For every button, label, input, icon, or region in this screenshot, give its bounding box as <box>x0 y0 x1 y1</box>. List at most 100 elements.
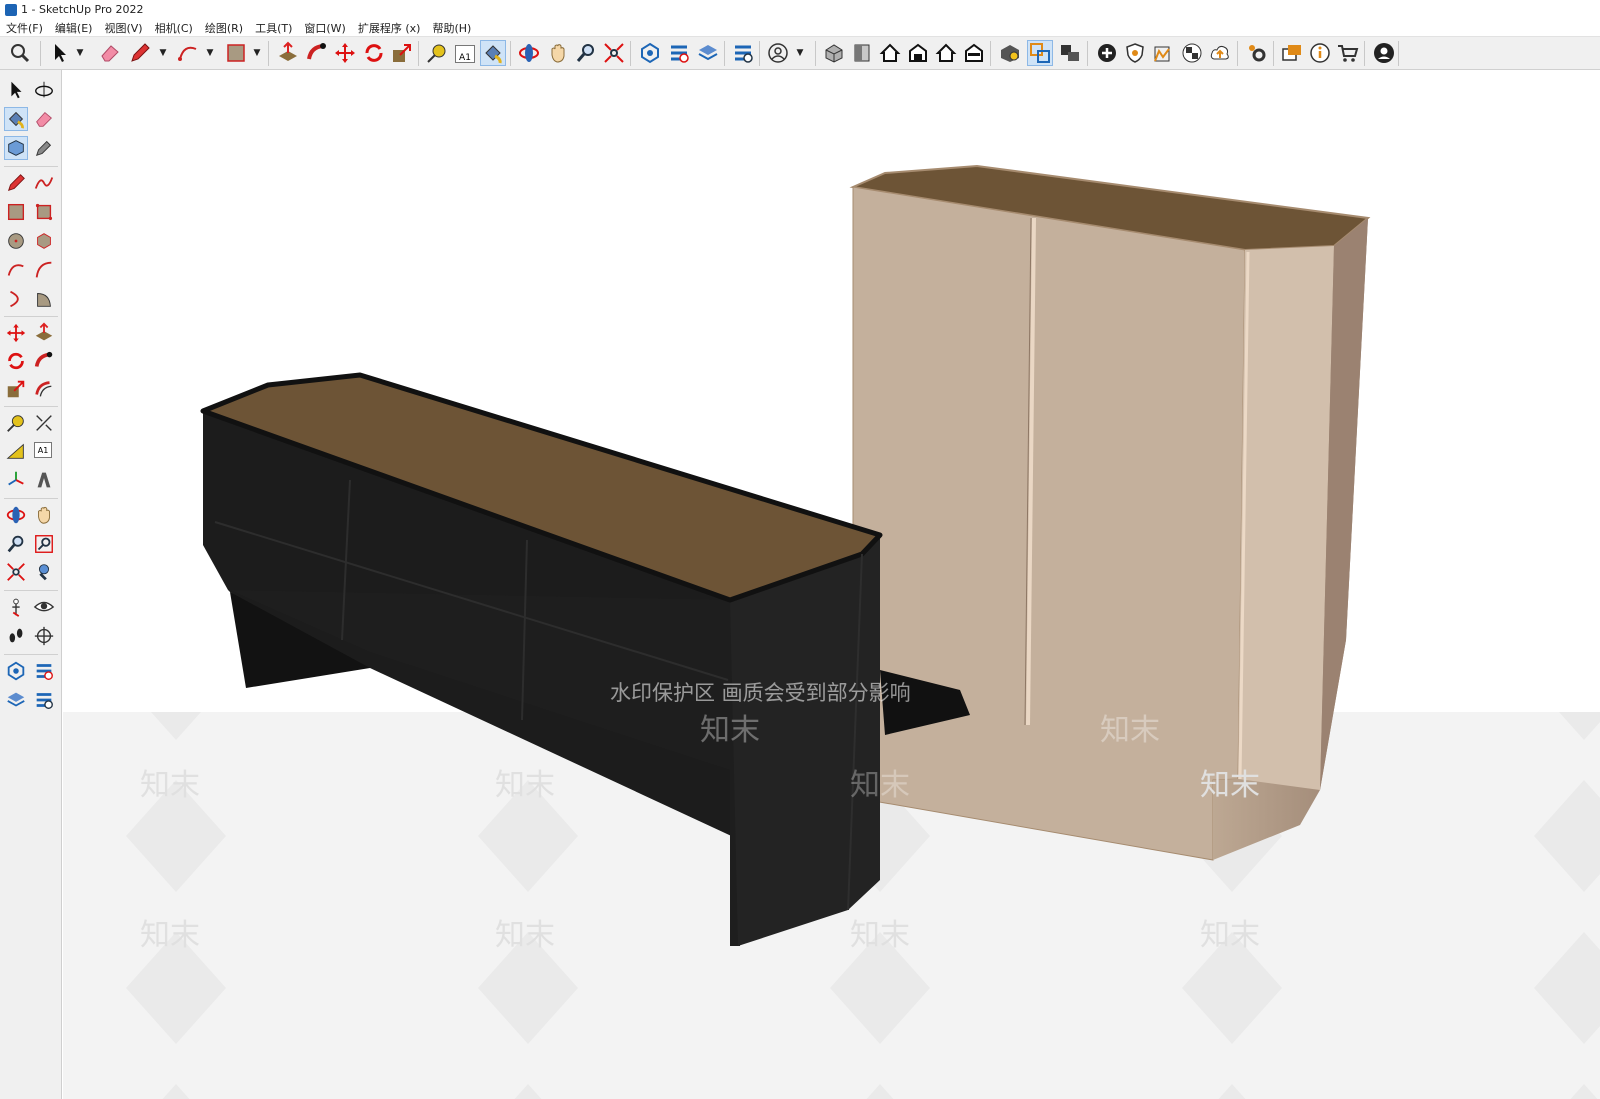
message-icon[interactable] <box>1280 41 1304 65</box>
extension-manager-icon[interactable] <box>731 41 755 65</box>
rectangle-dropdown-chevron-icon[interactable]: ▼ <box>251 47 263 59</box>
extension-warehouse-icon[interactable] <box>33 660 55 682</box>
rotated-rectangle-icon[interactable] <box>33 201 55 223</box>
pan-hand-icon[interactable] <box>546 41 570 65</box>
circle-icon[interactable] <box>5 230 27 252</box>
right-view-icon[interactable] <box>906 41 930 65</box>
polygon-icon[interactable] <box>33 230 55 252</box>
3d-text-icon[interactable] <box>33 469 55 491</box>
pie-icon[interactable] <box>33 288 55 310</box>
shopping-cart-icon[interactable] <box>1336 41 1360 65</box>
follow-me-icon[interactable] <box>33 350 55 372</box>
extension-warehouse-icon[interactable] <box>667 41 691 65</box>
menu-window[interactable]: 窗口(W) <box>298 20 351 36</box>
x-ray-icon[interactable] <box>998 41 1022 65</box>
paint-bucket-icon[interactable] <box>4 107 28 131</box>
top-view-icon[interactable] <box>850 41 874 65</box>
extension-manager-icon[interactable] <box>33 689 55 711</box>
add-circle-icon[interactable] <box>1095 41 1119 65</box>
rectangle-icon[interactable] <box>224 41 248 65</box>
look-around-eye-icon[interactable] <box>33 596 55 618</box>
menu-extensions[interactable]: 扩展程序 (x) <box>352 20 427 36</box>
follow-me-icon[interactable] <box>305 41 329 65</box>
zoom-window-icon[interactable] <box>33 533 55 555</box>
freehand-icon[interactable] <box>33 172 55 194</box>
menu-view[interactable]: 视图(V) <box>98 20 148 36</box>
rectangle-icon[interactable] <box>5 201 27 223</box>
menu-draw[interactable]: 绘图(R) <box>199 20 249 36</box>
section-plane-icon[interactable] <box>33 625 55 647</box>
menu-edit[interactable]: 编辑(E) <box>49 20 99 36</box>
orbit-icon[interactable] <box>517 41 541 65</box>
dimension-icon[interactable] <box>33 412 55 434</box>
text-tool-icon[interactable]: A1 <box>34 442 52 458</box>
menu-help[interactable]: 帮助(H) <box>426 20 477 36</box>
arc-icon[interactable] <box>5 259 27 281</box>
scene-camera-icon[interactable] <box>1058 41 1082 65</box>
arc-icon[interactable] <box>176 41 200 65</box>
select-dropdown-chevron-icon[interactable]: ▼ <box>74 47 86 59</box>
three-point-arc-icon[interactable] <box>5 288 27 310</box>
front-view-house-icon[interactable] <box>878 41 902 65</box>
eraser-icon[interactable] <box>98 41 122 65</box>
material-checker-icon[interactable] <box>1180 41 1204 65</box>
back-view-house-icon[interactable] <box>934 41 958 65</box>
make-component-icon[interactable] <box>4 136 28 160</box>
left-view-icon[interactable] <box>962 41 986 65</box>
menu-camera[interactable]: 相机(C) <box>149 20 199 36</box>
axes-icon[interactable] <box>5 469 27 491</box>
protractor-icon[interactable] <box>5 440 27 462</box>
select-arrow-icon[interactable] <box>48 41 72 65</box>
two-point-arc-icon[interactable] <box>33 259 55 281</box>
pencil-line-icon[interactable] <box>5 172 27 194</box>
user-profile-icon[interactable] <box>1372 41 1396 65</box>
menu-tools[interactable]: 工具(T) <box>249 20 298 36</box>
push-pull-icon[interactable] <box>276 41 300 65</box>
pencil-line-icon[interactable] <box>128 41 152 65</box>
zoom-extents-icon[interactable] <box>602 41 626 65</box>
scale-icon[interactable] <box>390 41 414 65</box>
3d-viewport[interactable]: 水印保护区 画质会受到部分影响 知末 知末 知末 知末 知末 知末 知末 知末 … <box>63 70 1600 1099</box>
cloud-upload-icon[interactable] <box>1208 41 1232 65</box>
account-dropdown-chevron-icon[interactable]: ▼ <box>794 47 806 59</box>
pan-hand-icon[interactable] <box>33 504 55 526</box>
settings-gear-icon[interactable] <box>1245 41 1269 65</box>
rotate-icon[interactable] <box>362 41 386 65</box>
account-icon[interactable] <box>766 41 790 65</box>
component-icon[interactable] <box>33 79 55 101</box>
paint-bucket-icon[interactable] <box>480 40 506 66</box>
layers-manager-icon[interactable] <box>5 689 27 711</box>
sample-paint-icon[interactable] <box>33 137 55 159</box>
arc-dropdown-chevron-icon[interactable]: ▼ <box>204 47 216 59</box>
iso-view-icon[interactable] <box>822 41 846 65</box>
move-icon[interactable] <box>5 322 27 344</box>
eraser-icon[interactable] <box>33 108 55 130</box>
solar-study-icon[interactable] <box>1151 41 1175 65</box>
push-pull-icon[interactable] <box>33 322 55 344</box>
line-dropdown-chevron-icon[interactable]: ▼ <box>157 47 169 59</box>
scale-icon[interactable] <box>5 378 27 400</box>
tape-measure-icon[interactable] <box>425 41 449 65</box>
layers-manager-icon[interactable] <box>696 41 720 65</box>
orbit-icon[interactable] <box>5 504 27 526</box>
rotate-icon[interactable] <box>5 350 27 372</box>
move-icon[interactable] <box>333 41 357 65</box>
select-arrow-icon[interactable] <box>5 79 27 101</box>
menu-file[interactable]: 文件(F) <box>0 20 49 36</box>
shield-icon[interactable] <box>1123 41 1147 65</box>
text-tool-icon[interactable]: A1 <box>455 45 475 63</box>
zoom-icon[interactable] <box>5 533 27 555</box>
offset-icon[interactable] <box>33 378 55 400</box>
info-icon[interactable] <box>1308 41 1332 65</box>
zoom-extents-icon[interactable] <box>5 561 27 583</box>
zoom-icon[interactable] <box>574 41 598 65</box>
zoom-search-icon[interactable] <box>8 41 32 65</box>
3d-warehouse-icon[interactable] <box>5 660 27 682</box>
component-swap-icon[interactable] <box>1027 40 1053 66</box>
3d-warehouse-icon[interactable] <box>638 41 662 65</box>
previous-view-icon[interactable] <box>33 561 55 583</box>
tape-measure-icon[interactable] <box>5 412 27 434</box>
walk-footprints-icon[interactable] <box>5 625 27 647</box>
beige-wardrobe[interactable] <box>849 164 1371 861</box>
position-camera-icon[interactable] <box>5 596 27 618</box>
